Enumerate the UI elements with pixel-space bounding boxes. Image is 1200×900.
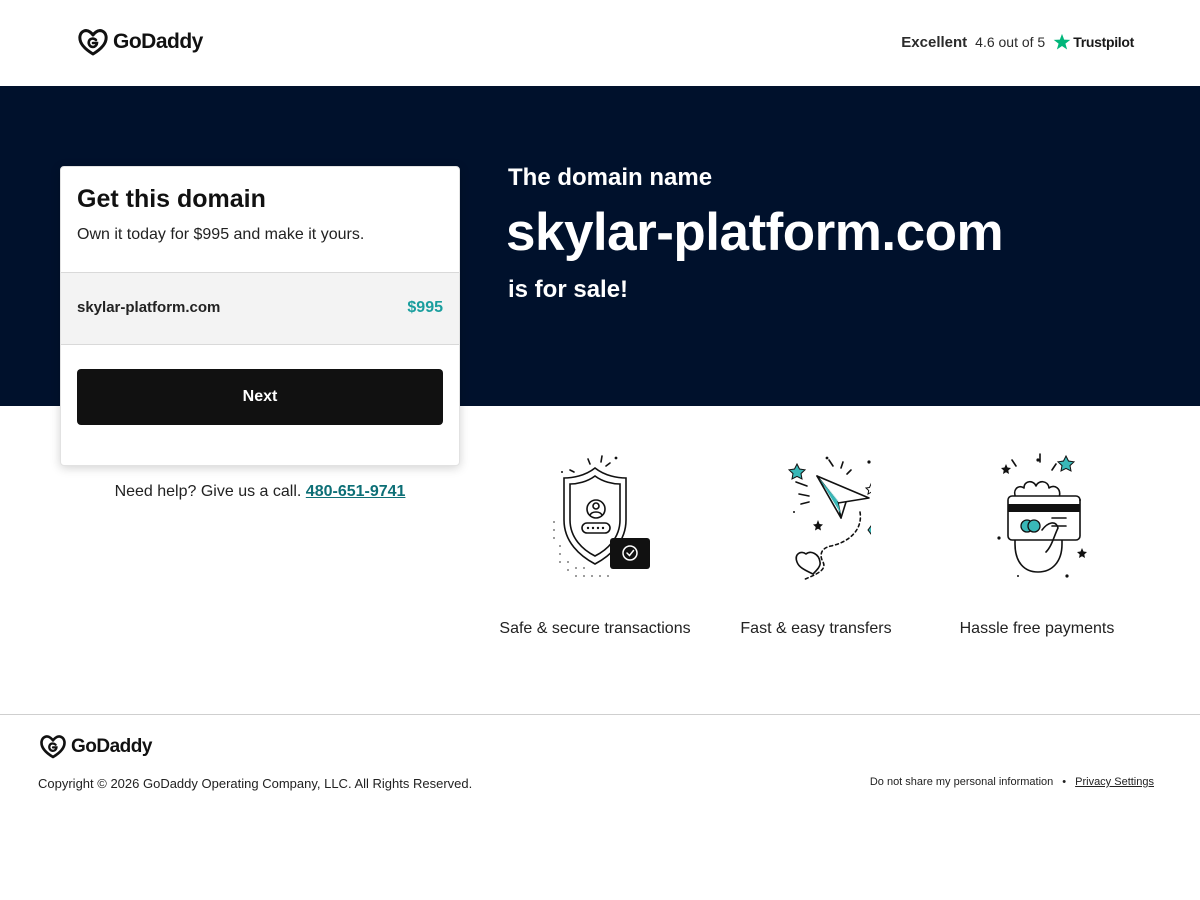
trustpilot-star-icon: [1053, 33, 1071, 50]
do-not-share-link[interactable]: Do not share my personal information: [870, 776, 1053, 788]
footer-separator: •: [1062, 776, 1067, 788]
next-button[interactable]: Next: [77, 369, 443, 425]
godaddy-logo-icon: [40, 735, 66, 759]
feature-payments: Hassle free payments: [922, 450, 1152, 638]
trustpilot-rating[interactable]: Excellent 4.6 out of 5 Trustpilot: [901, 30, 1134, 54]
footer-godaddy-logo[interactable]: GoDaddy: [39, 734, 152, 759]
hero-sale-status: is for sale!: [508, 276, 629, 303]
logo-text: GoDaddy: [113, 30, 203, 53]
logo-text: GoDaddy: [71, 735, 152, 757]
shield-icon: [553, 455, 650, 577]
feature-label: Fast & easy transfers: [740, 620, 892, 637]
purchase-card: Get this domain Own it today for $995 an…: [60, 166, 460, 466]
feature-secure: Safe & secure transactions: [480, 450, 710, 638]
feature-label: Hassle free payments: [959, 620, 1115, 637]
trustpilot-brand: Trustpilot: [1053, 33, 1134, 51]
feature-transfers: Fast & easy transfers: [701, 450, 931, 638]
card-price: $995: [407, 299, 443, 316]
godaddy-logo-icon: [78, 29, 108, 56]
rating-score: 4.6 out of 5: [975, 34, 1046, 50]
copyright-text: Copyright © 2026 GoDaddy Operating Compa…: [38, 776, 473, 791]
help-phone-link[interactable]: 480-651-9741: [306, 483, 406, 500]
godaddy-logo[interactable]: GoDaddy: [77, 28, 203, 56]
help-line: Need help? Give us a call. 480-651-9741: [60, 483, 460, 501]
footer-divider: [0, 714, 1200, 715]
footer-links: Do not share my personal information • P…: [870, 776, 1154, 788]
paper-plane-icon: [787, 456, 871, 581]
card-title: Get this domain: [77, 185, 266, 213]
site-header: GoDaddy Excellent 4.6 out of 5 Trustpilo…: [0, 0, 1200, 86]
domain-price-row: skylar-platform.com $995: [61, 272, 459, 345]
trustpilot-label: Trustpilot: [1073, 34, 1134, 50]
card-in-hand-icon: [997, 453, 1087, 578]
privacy-settings-link[interactable]: Privacy Settings: [1075, 776, 1154, 788]
help-text: Need help? Give us a call.: [114, 483, 302, 500]
hero-domain-name: skylar-platform.com: [506, 203, 1004, 262]
card-domain-name: skylar-platform.com: [77, 299, 221, 316]
hero-subtitle: The domain name: [508, 164, 713, 191]
feature-label: Safe & secure transactions: [499, 620, 691, 637]
rating-label: Excellent: [901, 33, 968, 51]
card-subtitle: Own it today for $995 and make it yours.: [77, 226, 365, 243]
